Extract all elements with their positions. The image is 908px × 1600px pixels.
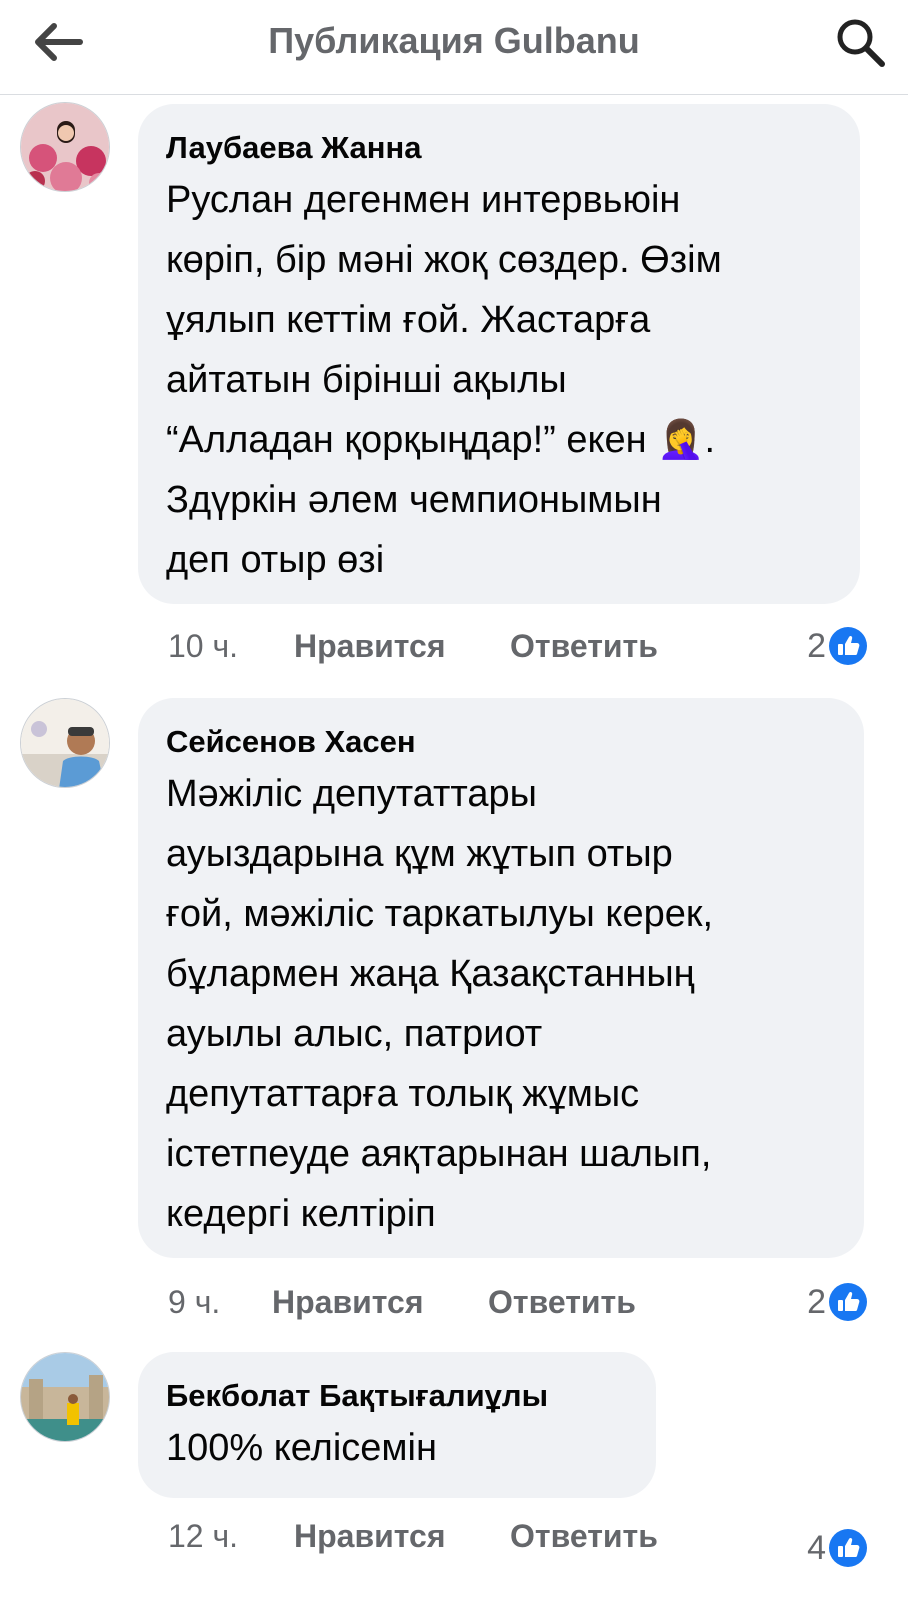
comment-author[interactable]: Бекболат Бақтығалиұлы xyxy=(166,1374,628,1418)
comment-author[interactable]: Сейсенов Хасен xyxy=(166,720,836,764)
comment-actions: 10 ч. Нравится Ответить 2 xyxy=(168,620,868,672)
thumbs-up-icon xyxy=(829,1529,867,1567)
comment-bubble: Сейсенов Хасен Мәжіліс депутаттары ауызд… xyxy=(138,698,864,1258)
like-button[interactable]: Нравится xyxy=(294,620,446,672)
avatar[interactable] xyxy=(20,698,110,788)
comment-actions: 9 ч. Нравится Ответить 2 xyxy=(168,1276,868,1328)
reply-button[interactable]: Ответить xyxy=(510,620,658,672)
reaction-count: 2 xyxy=(807,1283,826,1321)
like-button[interactable]: Нравится xyxy=(294,1510,446,1562)
like-button[interactable]: Нравится xyxy=(272,1276,424,1328)
reaction-count: 2 xyxy=(807,627,826,665)
thumbs-up-icon xyxy=(829,627,867,665)
reaction-summary[interactable]: 2 xyxy=(807,620,868,672)
page-title: Публикация Gulbanu xyxy=(268,20,640,61)
avatar[interactable] xyxy=(20,1352,110,1442)
reaction-summary[interactable]: 4 xyxy=(807,1522,868,1574)
comment-time[interactable]: 12 ч. xyxy=(168,1510,238,1562)
reaction-summary[interactable]: 2 xyxy=(807,1276,868,1328)
comment-author[interactable]: Лаубаева Жанна xyxy=(166,126,832,170)
top-bar: Публикация Gulbanu xyxy=(0,0,908,95)
comment-text: 100% келісемін xyxy=(166,1427,437,1469)
reply-button[interactable]: Ответить xyxy=(510,1510,658,1562)
search-icon[interactable] xyxy=(830,12,890,72)
comment-actions: 12 ч. Нравится Ответить 4 xyxy=(168,1510,868,1567)
reply-button[interactable]: Ответить xyxy=(488,1276,636,1328)
comment-text: Руслан дегенмен интервьюін көріп, бір мә… xyxy=(166,179,722,581)
reaction-count: 4 xyxy=(807,1529,826,1567)
comment-text: Мәжіліс депутаттары ауыздарына құм жұтып… xyxy=(166,773,714,1235)
comment-time[interactable]: 9 ч. xyxy=(168,1276,220,1328)
comment-time[interactable]: 10 ч. xyxy=(168,620,238,672)
comment-bubble: Лаубаева Жанна Руслан дегенмен интервьюі… xyxy=(138,104,860,604)
comment-bubble: Бекболат Бақтығалиұлы 100% келісемін xyxy=(138,1352,656,1498)
avatar[interactable] xyxy=(20,102,110,192)
thumbs-up-icon xyxy=(829,1283,867,1321)
